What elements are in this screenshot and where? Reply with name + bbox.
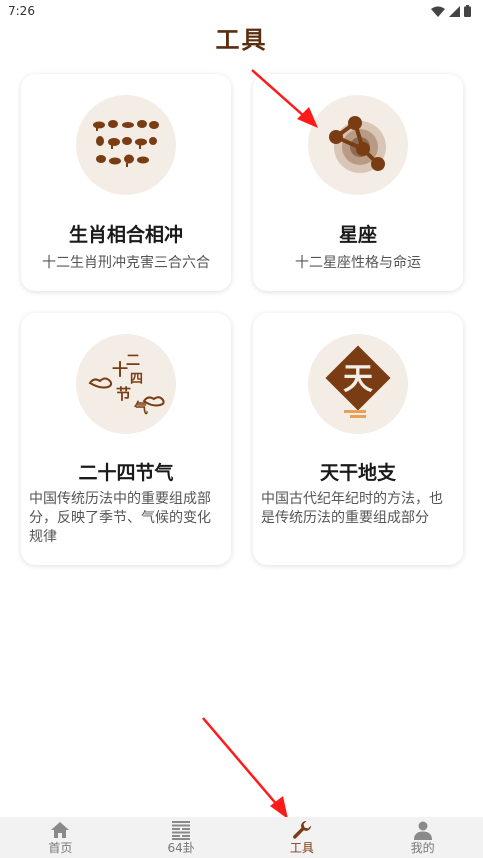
signal-icon [449,5,460,17]
heavenly-stems-card[interactable]: 天 天干地支 中国古代纪年纪时的方法，也是传统历法的重要组成部分 [253,313,463,565]
wifi-icon [431,6,445,17]
bottom-tab-bar: 首页 64卦 工具 我的 [0,817,483,858]
tab-label: 工具 [289,841,314,855]
zodiac-compatibility-card[interactable]: 生肖相合相冲 十二生肖刑冲克害三合六合 [21,74,231,291]
card-description: 中国传统历法中的重要组成部分，反映了季节、气候的变化规律 [29,491,211,545]
card-title: 星座 [338,224,377,246]
heavenly-stems-icon: 天 [308,334,408,434]
card-description: 十二星座性格与命运 [295,255,421,271]
hexagram-icon [172,821,191,840]
wrench-icon [292,821,311,839]
tab-label: 我的 [410,841,435,855]
solar-terms-card[interactable]: 二 十 四 节 气 二十四节气 中国传统历法中的重要组成部分，反映了季节、气候的… [21,313,231,565]
icon-char: 节 [116,385,131,403]
tab-home[interactable]: 首页 [0,817,121,858]
icon-char: 二 [126,353,140,369]
icon-char: 十 [112,360,128,379]
icon-char: 天 [343,362,373,397]
status-icons [431,5,471,17]
solar-terms-icon: 二 十 四 节 气 [76,334,176,434]
card-description: 中国古代纪年纪时的方法，也是传统历法的重要组成部分 [261,491,443,526]
card-title: 生肖相合相冲 [68,224,183,246]
card-title: 二十四节气 [78,462,174,484]
card-description: 十二生肖刑冲克害三合六合 [42,255,210,271]
zodiac-icon [76,95,176,195]
constellation-icon [308,95,408,195]
tab-label: 首页 [48,841,73,855]
tab-tools[interactable]: 工具 [242,817,363,858]
tab-profile[interactable]: 我的 [362,817,483,858]
person-icon [413,821,432,840]
icon-char: 四 [130,372,143,387]
page-title: 工具 [215,26,268,54]
constellation-card[interactable]: 星座 十二星座性格与命运 [253,74,463,291]
home-icon [51,822,70,838]
tab-hexagram[interactable]: 64卦 [121,817,242,858]
battery-icon [464,5,471,17]
card-title: 天干地支 [319,462,396,484]
status-time: 7:26 [8,4,35,18]
tab-label: 64卦 [167,841,195,855]
status-bar: 7:26 [0,0,483,22]
